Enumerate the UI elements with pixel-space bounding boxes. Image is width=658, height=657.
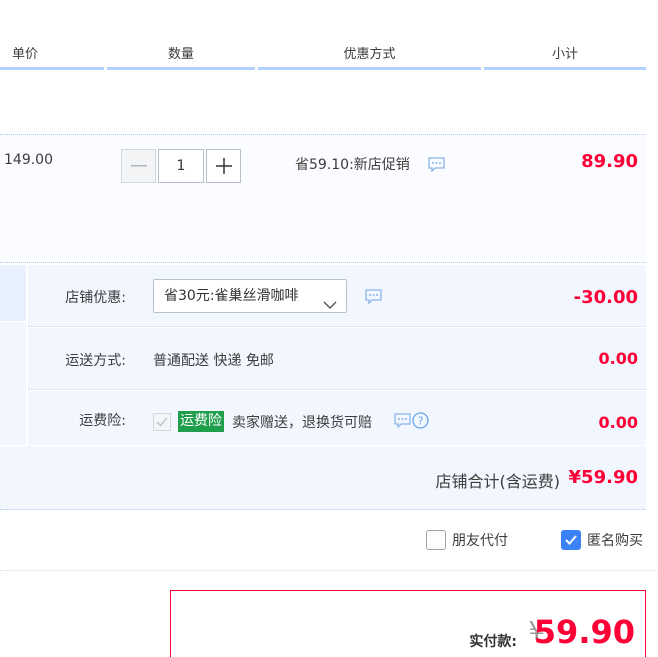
- check-icon: [156, 417, 168, 427]
- chevron-down-icon: [323, 290, 337, 312]
- insurance-checkbox[interactable]: [153, 413, 171, 431]
- insurance-value: 0.00: [598, 413, 638, 432]
- payment-label: 实付款:: [469, 634, 517, 650]
- message-icon[interactable]: [365, 289, 382, 308]
- order-table-header: 单价 数量 优惠方式 小计: [0, 40, 646, 70]
- header-subtotal: 小计: [484, 40, 646, 70]
- quantity-input[interactable]: 1: [158, 149, 204, 183]
- left-strip-bottom: [0, 322, 26, 445]
- anonymous-purchase-option[interactable]: 匿名购买: [561, 530, 643, 550]
- shop-total-value: ¥59.90: [568, 467, 638, 488]
- insurance-badge: 运费险: [178, 411, 224, 432]
- insurance-text: 卖家赠送，退换货可赔: [232, 415, 372, 431]
- decrease-quantity-button[interactable]: [121, 149, 156, 183]
- shop-discount-selected: 省30元:雀巢丝滑咖啡: [164, 288, 299, 304]
- shipping-value: 0.00: [598, 349, 638, 368]
- shop-total-row: 店铺合计(含运费) ¥59.90: [0, 446, 646, 510]
- shop-discount-row: 店铺优惠: 省30元:雀巢丝滑咖啡 -30.00: [28, 265, 646, 327]
- help-icon[interactable]: ?: [412, 412, 429, 433]
- shop-summary-section: 店铺优惠: 省30元:雀巢丝滑咖啡 -30.00 运送方式: 普通配送 快递 免…: [0, 265, 646, 445]
- friend-pay-option[interactable]: 朋友代付: [426, 530, 508, 550]
- item-unit-price: 149.00: [4, 152, 53, 168]
- shop-discount-value: -30.00: [573, 287, 638, 308]
- header-unit-price: 单价: [0, 40, 104, 70]
- anonymous-purchase-label: 匿名购买: [587, 533, 643, 549]
- check-icon: [565, 535, 577, 545]
- shipping-row: 运送方式: 普通配送 快递 免邮 0.00: [28, 328, 646, 390]
- left-strip-top: [0, 265, 26, 321]
- shop-total-label: 店铺合计(含运费): [435, 472, 561, 491]
- increase-quantity-button[interactable]: [206, 149, 241, 183]
- header-promotion: 优惠方式: [258, 40, 481, 70]
- svg-text:?: ?: [418, 415, 424, 428]
- message-icon[interactable]: [394, 413, 411, 432]
- payment-summary-box: 实付款: ¥ 59.90: [170, 590, 646, 657]
- friend-pay-label: 朋友代付: [452, 533, 508, 549]
- quantity-stepper: 1: [121, 149, 241, 183]
- shipping-label: 运送方式:: [65, 353, 126, 369]
- anonymous-purchase-checkbox[interactable]: [561, 530, 581, 550]
- shipping-method-text: 普通配送 快递 免邮: [153, 353, 274, 369]
- insurance-label: 运费险:: [79, 413, 126, 429]
- header-quantity: 数量: [107, 40, 255, 70]
- payment-amount: 59.90: [533, 613, 635, 651]
- order-options-row: 朋友代付 匿名购买: [0, 511, 658, 571]
- shop-discount-select[interactable]: 省30元:雀巢丝滑咖啡: [153, 279, 347, 313]
- item-promotion-text: 省59.10:新店促销: [295, 157, 410, 173]
- insurance-row: 运费险: 运费险 卖家赠送，退换货可赔 ? 0.00: [28, 391, 646, 445]
- shop-discount-label: 店铺优惠:: [65, 290, 126, 306]
- minus-icon: [130, 165, 147, 167]
- item-subtotal: 89.90: [581, 151, 638, 172]
- plus-icon: [215, 158, 232, 174]
- friend-pay-checkbox[interactable]: [426, 530, 446, 550]
- message-icon[interactable]: [428, 157, 445, 176]
- order-item-row: 149.00 1 省59.10:新店促销 89.90: [0, 134, 646, 263]
